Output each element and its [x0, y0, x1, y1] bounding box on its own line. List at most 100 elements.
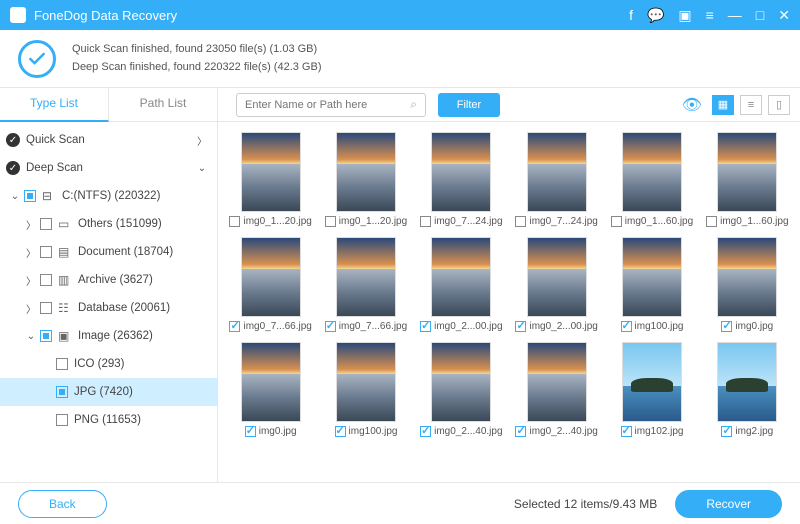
minimize-icon[interactable]: —	[728, 8, 742, 22]
thumbnail-item[interactable]: img0_2...40.jpg	[417, 342, 506, 437]
checkbox-icon[interactable]	[515, 216, 526, 227]
checkbox-icon[interactable]	[40, 302, 52, 314]
chevron-right-icon[interactable]: 〉	[24, 217, 38, 232]
thumbnail-item[interactable]: img0_7...24.jpg	[512, 132, 601, 227]
thumbnail-item[interactable]: img0_2...00.jpg	[417, 237, 506, 332]
checkbox-icon[interactable]	[706, 216, 717, 227]
thumbnail-image[interactable]	[431, 132, 491, 212]
thumbnail-item[interactable]: img0_7...66.jpg	[226, 237, 315, 332]
tree-ico[interactable]: ICO (293)	[0, 350, 217, 378]
checkbox-icon[interactable]	[40, 330, 52, 342]
chevron-right-icon[interactable]: 〉	[24, 273, 38, 288]
tree-document[interactable]: 〉 ▤ Document (18704)	[0, 238, 217, 266]
checkbox-icon[interactable]	[56, 414, 68, 426]
close-icon[interactable]: ✕	[778, 8, 790, 22]
chevron-down-icon[interactable]: ⌄	[24, 331, 38, 342]
thumbnail-image[interactable]	[527, 342, 587, 422]
checkbox-icon[interactable]	[40, 274, 52, 286]
thumbnail-item[interactable]: img0_7...24.jpg	[417, 132, 506, 227]
thumbnail-item[interactable]: img2.jpg	[703, 342, 792, 437]
checkbox-icon[interactable]	[40, 218, 52, 230]
chevron-down-icon[interactable]: ⌄	[8, 191, 22, 202]
tree-others[interactable]: 〉 ▭ Others (151099)	[0, 210, 217, 238]
search-input[interactable]	[245, 99, 410, 111]
maximize-icon[interactable]: □	[756, 8, 764, 22]
chevron-right-icon[interactable]: 〉	[24, 245, 38, 260]
back-button[interactable]: Back	[18, 490, 107, 518]
save-icon[interactable]: ▣	[678, 8, 691, 22]
tree-archive[interactable]: 〉 ▥ Archive (3627)	[0, 266, 217, 294]
thumbnail-image[interactable]	[431, 342, 491, 422]
thumbnail-item[interactable]: img0.jpg	[226, 342, 315, 437]
checkbox-icon[interactable]	[515, 321, 526, 332]
preview-icon[interactable]: 👁	[682, 95, 702, 115]
view-detail-button[interactable]: ▯	[768, 95, 790, 115]
thumbnail-item[interactable]: img0_2...00.jpg	[512, 237, 601, 332]
thumbnail-image[interactable]	[336, 342, 396, 422]
tree-database[interactable]: 〉 ☷ Database (20061)	[0, 294, 217, 322]
thumbnail-image[interactable]	[622, 342, 682, 422]
view-list-button[interactable]: ≡	[740, 95, 762, 115]
tab-path-list[interactable]: Path List	[109, 87, 218, 122]
thumbnail-item[interactable]: img0_1...60.jpg	[607, 132, 696, 227]
view-grid-button[interactable]: ▦	[712, 95, 734, 115]
checkbox-icon[interactable]	[621, 426, 632, 437]
thumbnail-image[interactable]	[527, 132, 587, 212]
checkbox-icon[interactable]	[721, 426, 732, 437]
checkbox-icon[interactable]	[229, 216, 240, 227]
tree-image[interactable]: ⌄ ▣ Image (26362)	[0, 322, 217, 350]
tab-type-list[interactable]: Type List	[0, 87, 109, 122]
checkbox-icon[interactable]	[621, 321, 632, 332]
checkbox-icon[interactable]	[721, 321, 732, 332]
thumbnail-image[interactable]	[717, 132, 777, 212]
thumbnail-image[interactable]	[336, 237, 396, 317]
checkbox-icon[interactable]	[56, 358, 68, 370]
thumbnail-image[interactable]	[431, 237, 491, 317]
checkbox-icon[interactable]	[40, 246, 52, 258]
checkbox-icon[interactable]	[420, 426, 431, 437]
thumbnail-item[interactable]: img0_1...20.jpg	[226, 132, 315, 227]
tree-quick-scan[interactable]: ✓ Quick Scan 〉	[0, 126, 217, 154]
thumbnail-item[interactable]: img102.jpg	[607, 342, 696, 437]
checkbox-icon[interactable]	[325, 216, 336, 227]
facebook-icon[interactable]: f	[629, 8, 633, 22]
thumbnail-image[interactable]	[241, 132, 301, 212]
checkbox-icon[interactable]	[325, 321, 336, 332]
checkbox-icon[interactable]	[420, 216, 431, 227]
thumbnail-image[interactable]	[622, 132, 682, 212]
thumbnail-image[interactable]	[241, 342, 301, 422]
tree-jpg[interactable]: JPG (7420)	[0, 378, 217, 406]
thumbnail-item[interactable]: img0_1...20.jpg	[321, 132, 410, 227]
thumbnail-image[interactable]	[527, 237, 587, 317]
checkbox-icon[interactable]	[335, 426, 346, 437]
search-box[interactable]: ⌕	[236, 93, 426, 117]
checkbox-icon[interactable]	[515, 426, 526, 437]
tree-drive[interactable]: ⌄ ⊟ C:(NTFS) (220322)	[0, 182, 217, 210]
thumbnail-item[interactable]: img0.jpg	[703, 237, 792, 332]
checkbox-icon[interactable]	[229, 321, 240, 332]
checkbox-icon[interactable]	[24, 190, 36, 202]
thumbnail-item[interactable]: img100.jpg	[321, 342, 410, 437]
thumbnail-item[interactable]: img0_7...66.jpg	[321, 237, 410, 332]
thumbnail-image[interactable]	[336, 132, 396, 212]
feedback-icon[interactable]: 💬	[647, 8, 664, 22]
menu-icon[interactable]: ≡	[706, 8, 714, 22]
thumbnail-image[interactable]	[241, 237, 301, 317]
recover-button[interactable]: Recover	[675, 490, 782, 518]
filter-button[interactable]: Filter	[438, 93, 500, 117]
checkbox-icon[interactable]	[56, 386, 68, 398]
thumbnail-item[interactable]: img100.jpg	[607, 237, 696, 332]
thumbnail-image[interactable]	[717, 237, 777, 317]
thumbnail-image[interactable]	[717, 342, 777, 422]
chevron-right-icon[interactable]: 〉	[24, 301, 38, 316]
search-icon[interactable]: ⌕	[410, 97, 417, 112]
thumbnail-image[interactable]	[622, 237, 682, 317]
tree-png[interactable]: PNG (11653)	[0, 406, 217, 434]
thumbnail-item[interactable]: img0_2...40.jpg	[512, 342, 601, 437]
checkbox-icon[interactable]	[245, 426, 256, 437]
checkbox-icon[interactable]	[420, 321, 431, 332]
thumbnail-item[interactable]: img0_1...60.jpg	[703, 132, 792, 227]
thumbnail-filename: img0_7...66.jpg	[243, 321, 311, 332]
tree-deep-scan[interactable]: ✓ Deep Scan ⌄	[0, 154, 217, 182]
checkbox-icon[interactable]	[611, 216, 622, 227]
